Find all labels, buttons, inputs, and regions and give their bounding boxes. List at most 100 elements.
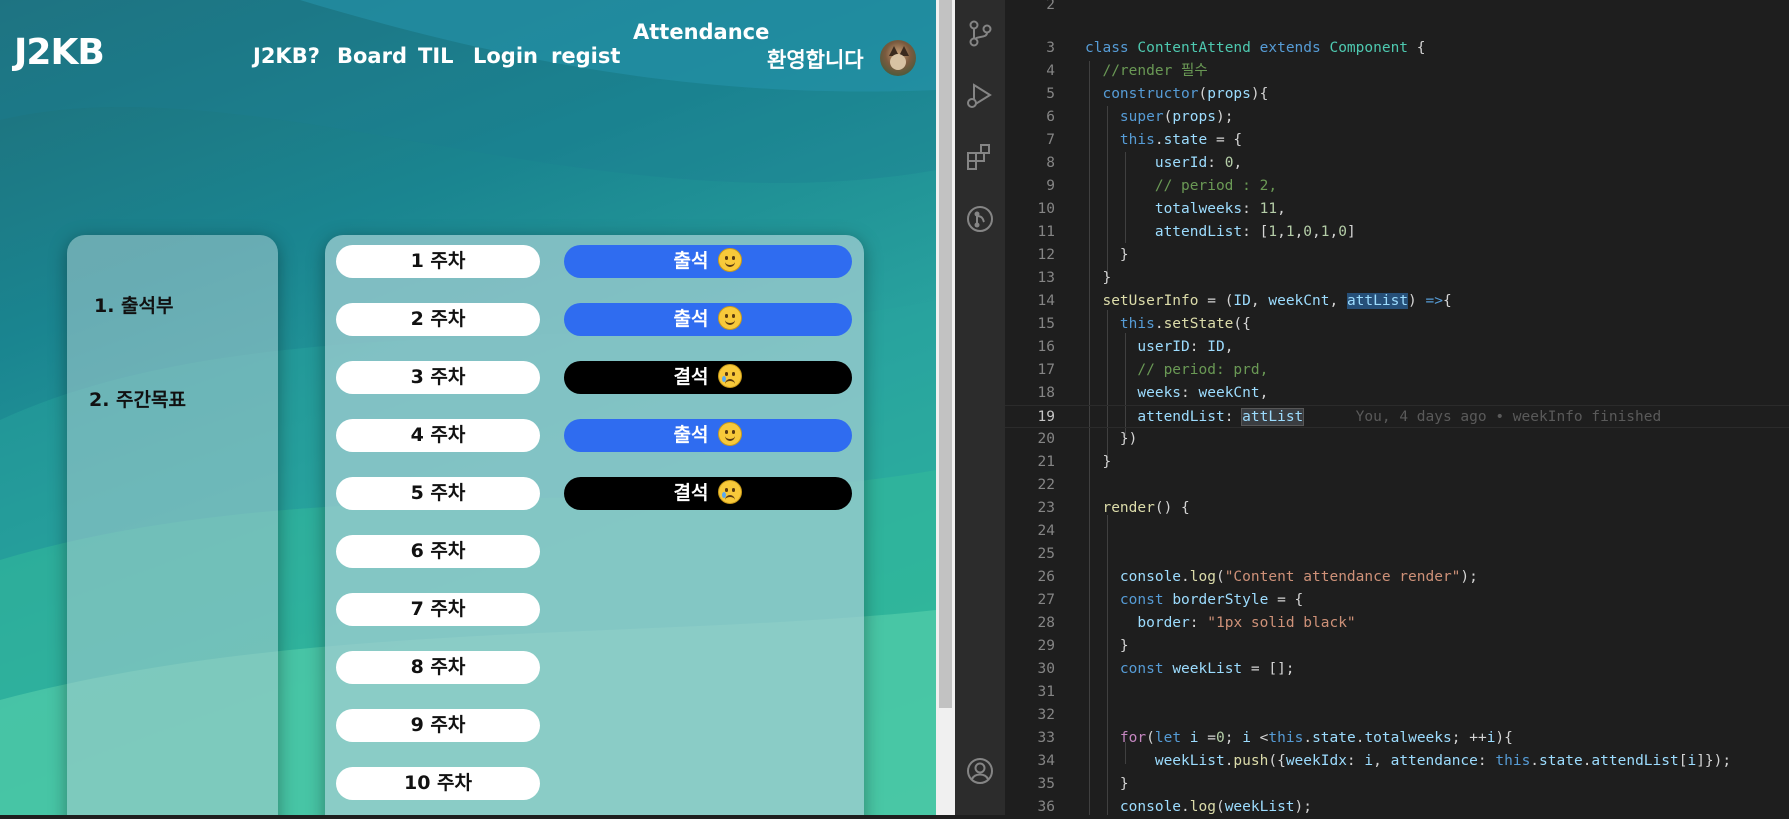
line-number: 15 [1037,316,1055,332]
menu-attendance-book[interactable]: 1. 출석부 [94,291,174,318]
nav-til[interactable]: TIL [418,44,454,68]
line-number: 36 [1037,799,1055,815]
activity-bar [955,0,1005,815]
code-line[interactable]: 34 weekList.push({weekIdx: i, attendance… [1005,750,1789,773]
week-label: 2 주차 [336,303,540,336]
code-line[interactable]: 15 this.setState({ [1005,313,1789,336]
line-number: 25 [1037,546,1055,562]
attendance-status: 출석 [564,419,852,452]
nav-attendance[interactable]: Attendance [633,20,769,44]
smiling-face-icon [718,421,743,446]
nav-about[interactable]: J2KB? [253,44,320,68]
code-line[interactable]: 31 [1005,681,1789,704]
code-line[interactable]: 8 userId: 0, [1005,152,1789,175]
user-avatar[interactable] [880,40,916,76]
week-label: 8 주차 [336,651,540,684]
code-line[interactable]: 16 userID: ID, [1005,336,1789,359]
line-number: 26 [1037,569,1055,585]
code-line[interactable]: 26 console.log("Content attendance rende… [1005,566,1789,589]
attendance-status-label: 출석 [673,308,709,330]
code-line[interactable]: 14 setUserInfo = (ID, weekCnt, attList) … [1005,290,1789,313]
code-line[interactable]: 28 border: "1px solid black" [1005,612,1789,635]
extensions-icon[interactable] [965,142,995,172]
line-number: 33 [1037,730,1055,746]
code-line[interactable]: 21 } [1005,451,1789,474]
week-label: 6 주차 [336,535,540,568]
line-number: 8 [1046,155,1055,171]
attendance-status-label: 출석 [673,250,709,272]
line-number: 10 [1037,201,1055,217]
code-line[interactable]: 24 [1005,520,1789,543]
code-line[interactable]: 18 weeks: weekCnt, [1005,382,1789,405]
welcome-text: 환영합니다 [767,48,864,72]
attendance-status: 출석 [564,245,852,278]
code-line[interactable]: 25 [1005,543,1789,566]
code-line[interactable]: 36 console.log(weekList); [1005,796,1789,819]
line-number: 34 [1037,753,1055,769]
smiling-face-icon [718,247,743,272]
week-label: 7 주차 [336,593,540,626]
code-line[interactable]: 20 }) [1005,428,1789,451]
code-line[interactable]: 13 } [1005,267,1789,290]
crying-face-icon [718,363,743,388]
code-line[interactable]: 7 this.state = { [1005,129,1789,152]
attendance-status: 결석 [564,477,852,510]
code-line[interactable]: 4 //render 필수 [1005,60,1789,83]
code-line[interactable]: 5 constructor(props){ [1005,83,1789,106]
run-debug-icon[interactable] [965,80,995,110]
code-line[interactable]: 33 for(let i =0; i <this.state.totalweek… [1005,727,1789,750]
line-number: 23 [1037,500,1055,516]
line-number: 7 [1046,132,1055,148]
line-number: 18 [1037,385,1055,401]
line-number: 20 [1037,431,1055,447]
code-line[interactable]: 32 [1005,704,1789,727]
browser-scrollbar[interactable] [936,0,955,815]
line-number: 9 [1046,178,1055,194]
code-line[interactable]: 27 const borderStyle = { [1005,589,1789,612]
line-number: 35 [1037,776,1055,792]
line-number: 5 [1046,86,1055,102]
nav-board[interactable]: Board [337,44,407,68]
week-label: 1 주차 [336,245,540,278]
week-label: 4 주차 [336,419,540,452]
week-label: 10 주차 [336,767,540,800]
account-icon[interactable] [965,756,995,786]
nav-regist[interactable]: regist [551,44,620,68]
browser-viewport: J2KB J2KB? Board TIL Login regist Attend… [0,0,936,815]
source-control-icon[interactable] [965,18,995,48]
nav-login[interactable]: Login [473,44,538,68]
side-menu: 1. 출석부 2. 주간목표 [67,235,278,815]
site-logo[interactable]: J2KB [14,32,105,73]
line-number: 30 [1037,661,1055,677]
code-line[interactable]: 6 super(props); [1005,106,1789,129]
code-line-active[interactable]: 19 attendList: attList You, 4 days ago •… [1005,405,1789,428]
code-line[interactable]: 35 } [1005,773,1789,796]
code-editor[interactable]: 2 3 class ContentAttend extends Component… [1005,0,1789,815]
attendance-status: 출석 [564,303,852,336]
line-number: 28 [1037,615,1055,631]
line-number: 12 [1037,247,1055,263]
attendance-status-label: 출석 [673,424,709,446]
line-number: 32 [1037,707,1055,723]
attendance-status-label: 결석 [673,482,709,504]
code-line[interactable]: 29 } [1005,635,1789,658]
week-label: 3 주차 [336,361,540,394]
scrollbar-thumb[interactable] [939,0,952,708]
code-line[interactable]: 12 } [1005,244,1789,267]
code-line[interactable]: 11 attendList: [1,1,0,1,0] [1005,221,1789,244]
code-line[interactable]: 22 [1005,474,1789,497]
code-line[interactable]: 17 // period: prd, [1005,359,1789,382]
line-number: 19 [1037,409,1055,425]
code-line[interactable]: 10 totalweeks: 11, [1005,198,1789,221]
line-number: 4 [1046,63,1055,79]
code-line[interactable]: 9 // period : 2, [1005,175,1789,198]
code-line[interactable]: 30 const weekList = []; [1005,658,1789,681]
code-line[interactable]: 3 class ContentAttend extends Component { [1005,37,1789,60]
code-line[interactable]: 23 render() { [1005,497,1789,520]
code-line[interactable]: 2 [1005,0,1789,17]
crying-face-icon [718,479,743,504]
line-number: 29 [1037,638,1055,654]
smiling-face-icon [718,305,743,330]
menu-weekly-goal[interactable]: 2. 주간목표 [89,385,186,412]
git-graph-icon[interactable] [965,204,995,234]
